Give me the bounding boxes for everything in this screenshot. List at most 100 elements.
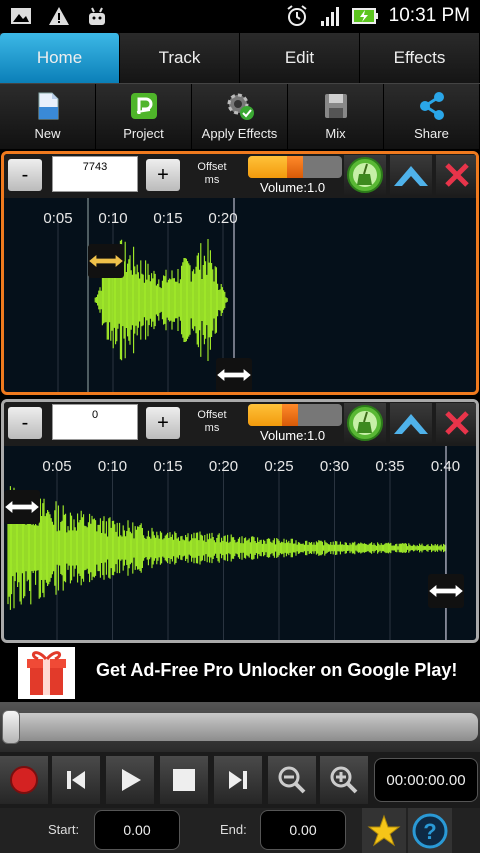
volume-slider[interactable]	[248, 404, 342, 426]
playback-time: 00:00:00.00	[374, 758, 478, 802]
project-label: Project	[123, 126, 164, 141]
offset-label: Offset ms	[197, 161, 227, 186]
offset-input[interactable]: 0	[52, 404, 138, 440]
mix-button[interactable]: Mix	[288, 84, 384, 149]
trim-end-handle[interactable]	[428, 574, 464, 608]
previous-button[interactable]	[52, 756, 100, 804]
skip-forward-icon	[229, 771, 247, 789]
ad-text: Get Ad-Free Pro Unlocker on Google Play!	[96, 660, 458, 680]
seek-track[interactable]	[4, 713, 478, 741]
time-tick-label: 0:25	[264, 458, 293, 475]
collapse-track-button[interactable]	[390, 155, 432, 195]
next-button[interactable]	[214, 756, 262, 804]
star-icon	[367, 814, 401, 846]
time-tick-label: 0:10	[98, 210, 127, 227]
track-2[interactable]: - 0 + Offset ms Volume:1.0 0:05 0:10 0:15 0…	[1, 399, 479, 643]
record-button[interactable]	[0, 756, 48, 804]
share-button[interactable]: Share	[384, 84, 480, 149]
android-icon	[89, 7, 105, 25]
time-tick-label: 0:35	[375, 458, 404, 475]
play-button[interactable]	[106, 756, 154, 804]
svg-text:?: ?	[423, 819, 436, 844]
tab-track[interactable]: Track	[120, 33, 240, 83]
transport-controls: 00:00:00.00	[0, 752, 480, 808]
end-label: End:	[220, 822, 247, 837]
time-tick-label: 0:20	[208, 210, 237, 227]
left-right-arrow-icon	[429, 585, 463, 597]
project-button[interactable]: Project	[96, 84, 192, 149]
mix-icon	[324, 94, 347, 118]
clean-track-button[interactable]	[344, 155, 386, 195]
left-right-arrow-icon	[89, 255, 123, 267]
offset-decrease-button[interactable]: -	[8, 407, 42, 439]
apply-effects-icon	[227, 93, 254, 120]
help-button[interactable]: ?	[408, 808, 452, 853]
zoom-out-button[interactable]	[268, 756, 316, 804]
close-icon	[445, 163, 469, 187]
left-right-arrow-icon	[5, 501, 39, 513]
close-icon	[445, 411, 469, 435]
image-notification-icon	[11, 8, 31, 24]
stop-button[interactable]	[160, 756, 208, 804]
clock: 10:31 PM	[388, 5, 470, 26]
volume-label: Volume:1.0	[260, 180, 326, 195]
tab-edit[interactable]: Edit	[240, 33, 360, 83]
start-label: Start:	[48, 822, 80, 837]
status-bar: 10:31 PM	[0, 0, 480, 33]
delete-track-button[interactable]	[436, 155, 476, 195]
trim-start-handle[interactable]	[4, 490, 40, 524]
time-tick-label: 0:05	[43, 210, 72, 227]
volume-thumb[interactable]	[282, 404, 299, 426]
project-icon	[130, 93, 157, 119]
offset-label: Offset ms	[197, 409, 227, 434]
record-icon	[10, 766, 38, 794]
waveform-path	[7, 486, 447, 610]
offset-decrease-button[interactable]: -	[8, 159, 42, 191]
trim-start-handle[interactable]	[88, 244, 124, 278]
favorite-button[interactable]	[362, 808, 406, 853]
tab-effects[interactable]: Effects	[360, 33, 480, 83]
broom-icon	[347, 157, 383, 193]
main-tabs: Home Track Edit Effects	[0, 33, 480, 83]
playback-seekbar[interactable]	[0, 702, 480, 752]
apply-effects-label: Apply Effects	[201, 126, 278, 141]
new-file-icon	[38, 92, 58, 120]
left-right-arrow-icon	[217, 369, 251, 381]
new-button[interactable]: New	[0, 84, 96, 149]
new-label: New	[34, 126, 61, 141]
trim-end-handle[interactable]	[216, 358, 252, 392]
offset-increase-button[interactable]: +	[146, 407, 180, 439]
volume-slider[interactable]	[248, 156, 342, 178]
battery-charging-icon	[351, 8, 378, 24]
time-tick-label: 0:10	[98, 458, 127, 475]
track-2-waveform[interactable]: 0:05 0:10 0:15 0:20 0:25 0:30 0:35 0:40	[4, 446, 476, 640]
volume-thumb[interactable]	[287, 156, 303, 178]
tab-home[interactable]: Home	[0, 33, 120, 83]
warning-icon	[49, 7, 69, 25]
volume-label: Volume:1.0	[260, 428, 326, 443]
offset-input[interactable]: 7743	[52, 156, 138, 192]
time-tick-label: 0:30	[320, 458, 349, 475]
time-tick-label: 0:15	[153, 458, 182, 475]
offset-increase-button[interactable]: +	[146, 159, 180, 191]
time-tick-label: 0:15	[153, 210, 182, 227]
track-1[interactable]: - 7743 + Offset ms Volume:1.0 0:05 0:10 0:…	[1, 151, 479, 395]
track-1-waveform[interactable]: 0:05 0:10 0:15 0:20	[4, 198, 476, 392]
broom-icon	[347, 405, 383, 441]
start-time-field[interactable]: 0.00	[94, 810, 180, 850]
time-tick-label: 0:20	[209, 458, 238, 475]
collapse-track-button[interactable]	[390, 403, 432, 443]
apply-effects-button[interactable]: Apply Effects	[192, 84, 288, 149]
zoom-in-button[interactable]	[320, 756, 368, 804]
waveform-graphic: 0:05 0:10 0:15 0:20 0:25 0:30 0:35 0:40	[7, 446, 460, 640]
end-time-field[interactable]: 0.00	[260, 810, 346, 850]
delete-track-button[interactable]	[436, 403, 476, 443]
track-2-controls: - 0 + Offset ms Volume:1.0	[4, 402, 476, 446]
stop-icon	[173, 769, 195, 791]
share-label: Share	[414, 126, 449, 141]
skip-back-icon	[67, 771, 85, 789]
ad-banner[interactable]: Get Ad-Free Pro Unlocker on Google Play!	[0, 645, 480, 701]
zoom-out-icon	[278, 766, 306, 794]
seek-thumb[interactable]	[2, 710, 20, 744]
clean-track-button[interactable]	[344, 403, 386, 443]
